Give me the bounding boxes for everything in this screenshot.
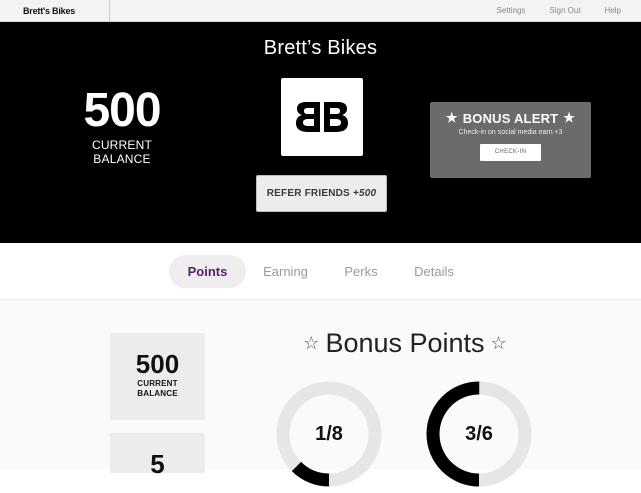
star-icon: ★ [445, 110, 458, 125]
brand-logo [281, 78, 363, 156]
points-panel: 500 CURRENT BALANCE 5 ☆ Bonus Points ☆ 1… [0, 300, 641, 487]
refer-bonus: +500 [352, 188, 377, 199]
gauge-label: 1/8 [315, 423, 343, 445]
page-title: Brett’s Bikes [263, 37, 378, 59]
brand-name[interactable]: Brett's Bikes [0, 0, 110, 22]
star-outline-icon: ☆ [303, 333, 320, 353]
bonus-alert-title: ★ BONUS ALERT ★ [430, 110, 591, 126]
balance-card-value: 500 [135, 349, 180, 379]
balance-label-line2: BALANCE [93, 152, 151, 166]
stat-card-second: 5 [110, 433, 205, 479]
bonus-alert-label: BONUS ALERT [462, 110, 559, 126]
refer-label: REFER FRIENDS [266, 188, 350, 199]
check-in-button[interactable]: CHECK-IN [480, 144, 541, 161]
bonus-points-title: Bonus Points [325, 328, 485, 358]
stat-card-second-value: 5 [150, 449, 165, 479]
star-icon: ★ [563, 110, 576, 125]
sign-out-link[interactable]: Sign Out [549, 0, 580, 22]
tab-earning[interactable]: Earning [254, 255, 317, 288]
bonus-points-heading: ☆ Bonus Points ☆ [300, 328, 510, 359]
tab-perks[interactable]: Perks [334, 255, 388, 288]
bonus-alert-description: Check-in on social media earn +3 [458, 129, 563, 136]
balance-card-label-line2: BALANCE [137, 389, 178, 398]
bonus-alert-card: ★ BONUS ALERT ★ Check-in on social media… [430, 102, 591, 178]
bonus-gauge-1: 1/8 [275, 380, 383, 488]
balance-card-label-line1: CURRENT [137, 379, 178, 388]
bonus-gauge-2: 3/6 [425, 380, 533, 488]
balance-label-line1: CURRENT [91, 138, 153, 152]
current-balance: 500 CURRENT BALANCE [70, 84, 174, 166]
balance-card: 500 CURRENT BALANCE [110, 333, 205, 420]
help-link[interactable]: Help [605, 0, 621, 22]
top-links: Settings Sign Out Help [473, 0, 622, 22]
star-outline-icon: ☆ [490, 333, 507, 353]
refer-friends-button[interactable]: REFER FRIENDS +500 [256, 175, 387, 212]
top-bar: Brett's Bikes Settings Sign Out Help [0, 0, 641, 22]
tab-bar: Points Earning Perks Details [0, 243, 641, 300]
settings-link[interactable]: Settings [497, 0, 526, 22]
logo-bb-icon [296, 102, 348, 132]
gauge-label: 3/6 [465, 423, 493, 445]
tab-details[interactable]: Details [404, 255, 464, 288]
hero-banner: Brett’s Bikes 500 CURRENT BALANCE REFER … [0, 22, 641, 243]
tab-points[interactable]: Points [169, 255, 246, 288]
balance-value: 500 [83, 84, 161, 137]
